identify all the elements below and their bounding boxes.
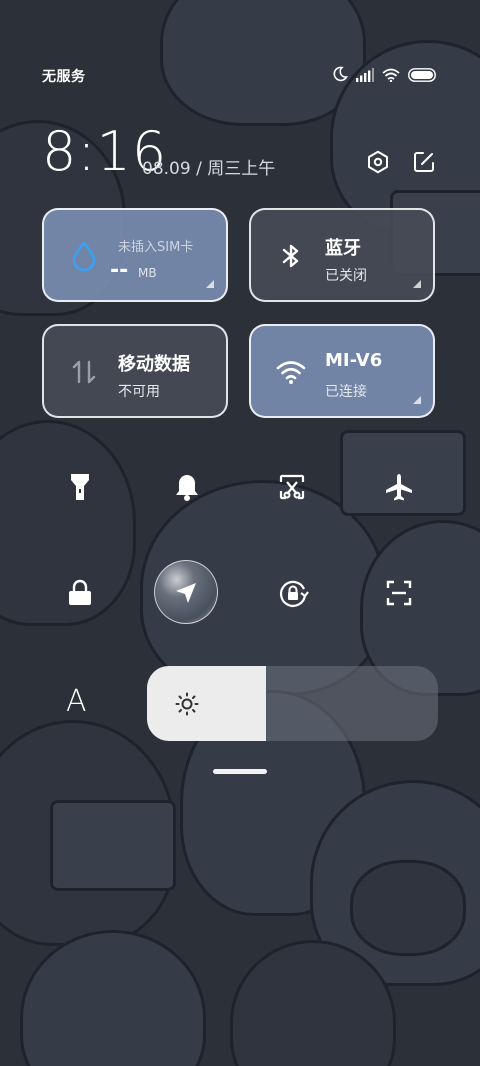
carrier-label: 无服务 xyxy=(42,69,86,85)
bluetooth-status: 已关闭 xyxy=(325,268,367,284)
wifi-network-name: MI-V6 xyxy=(325,350,383,371)
sim-status-label: 未插入SIM卡 xyxy=(118,240,194,255)
header: 8:16 08.09 / 周三上午 xyxy=(42,122,436,182)
moon-icon xyxy=(332,66,348,86)
auto-brightness-button[interactable]: A xyxy=(66,684,87,719)
airplane-icon[interactable] xyxy=(374,462,424,512)
flashlight-icon[interactable] xyxy=(55,462,105,512)
wifi-tile[interactable]: MI-V6 已连接 xyxy=(249,324,435,418)
mobile-data-status: 不可用 xyxy=(118,384,160,400)
wifi-status: 已连接 xyxy=(325,384,367,400)
mobile-data-title: 移动数据 xyxy=(118,354,190,375)
mobile-data-icon xyxy=(68,356,100,388)
status-icons xyxy=(332,66,436,86)
rotation-lock-icon[interactable] xyxy=(268,568,318,618)
date-label: 08.09 / 周三上午 xyxy=(142,159,276,179)
screenshot-icon[interactable] xyxy=(267,462,317,512)
data-usage-unit: MB xyxy=(138,266,157,280)
bell-icon[interactable] xyxy=(162,462,212,512)
wifi-icon xyxy=(275,356,307,388)
header-actions xyxy=(366,150,436,178)
expand-corner-icon xyxy=(206,280,214,288)
sun-icon xyxy=(175,692,199,716)
mobile-data-tile[interactable]: 移动数据 不可用 xyxy=(42,324,228,418)
edit-icon[interactable] xyxy=(412,150,436,178)
data-usage-tile[interactable]: 未插入SIM卡 -- MB xyxy=(42,208,228,302)
location-icon[interactable] xyxy=(161,568,211,618)
bluetooth-icon xyxy=(275,240,307,272)
expand-corner-icon xyxy=(413,396,421,404)
status-bar: 无服务 xyxy=(42,64,436,88)
signal-icon xyxy=(356,67,374,86)
expand-corner-icon xyxy=(413,280,421,288)
data-usage-value: -- xyxy=(110,258,129,283)
brightness-slider[interactable] xyxy=(147,666,438,741)
scan-icon[interactable] xyxy=(374,568,424,618)
settings-icon[interactable] xyxy=(366,150,390,178)
drop-icon xyxy=(68,240,100,272)
brightness-fill xyxy=(147,666,267,741)
battery-icon xyxy=(408,67,436,86)
wifi-status-icon xyxy=(382,67,400,86)
bluetooth-tile[interactable]: 蓝牙 已关闭 xyxy=(249,208,435,302)
lock-icon[interactable] xyxy=(55,568,105,618)
drag-handle[interactable] xyxy=(213,769,267,774)
bluetooth-title: 蓝牙 xyxy=(325,238,361,259)
